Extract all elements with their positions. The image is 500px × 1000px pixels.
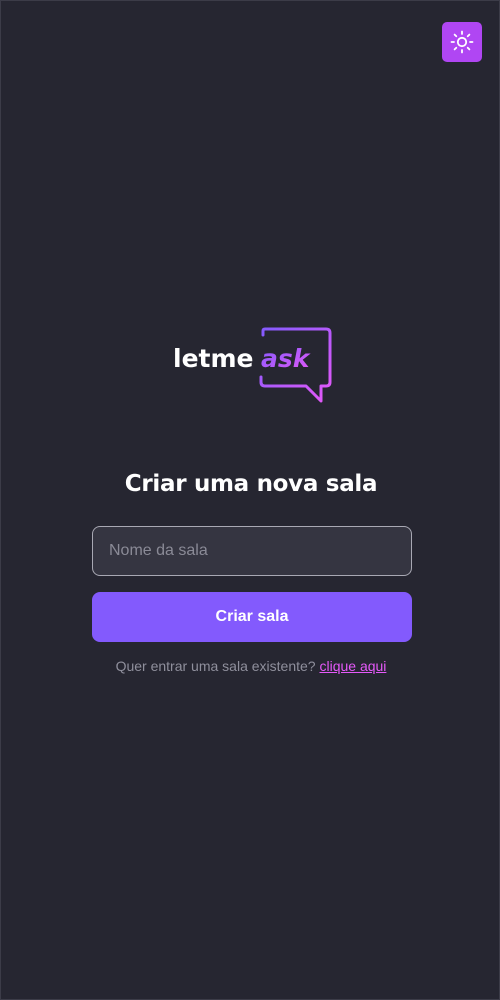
join-prompt-text: Quer entrar uma sala existente? — [115, 658, 320, 674]
join-room-link[interactable]: clique aqui — [319, 658, 386, 674]
room-name-input[interactable] — [92, 526, 412, 576]
letmeask-logo: letme ask — [171, 327, 333, 403]
join-room-prompt: Quer entrar uma sala existente? clique a… — [1, 657, 500, 675]
create-room-button[interactable]: Criar sala — [92, 592, 412, 642]
theme-toggle-button[interactable] — [442, 22, 482, 62]
logo-text-ask: ask — [261, 344, 311, 373]
sun-icon — [450, 30, 474, 54]
page-title: Criar uma nova sala — [124, 471, 378, 497]
create-room-page: letme ask Criar uma nova sala Criar sala… — [0, 0, 500, 1000]
logo-text-letme: letme — [173, 344, 253, 373]
